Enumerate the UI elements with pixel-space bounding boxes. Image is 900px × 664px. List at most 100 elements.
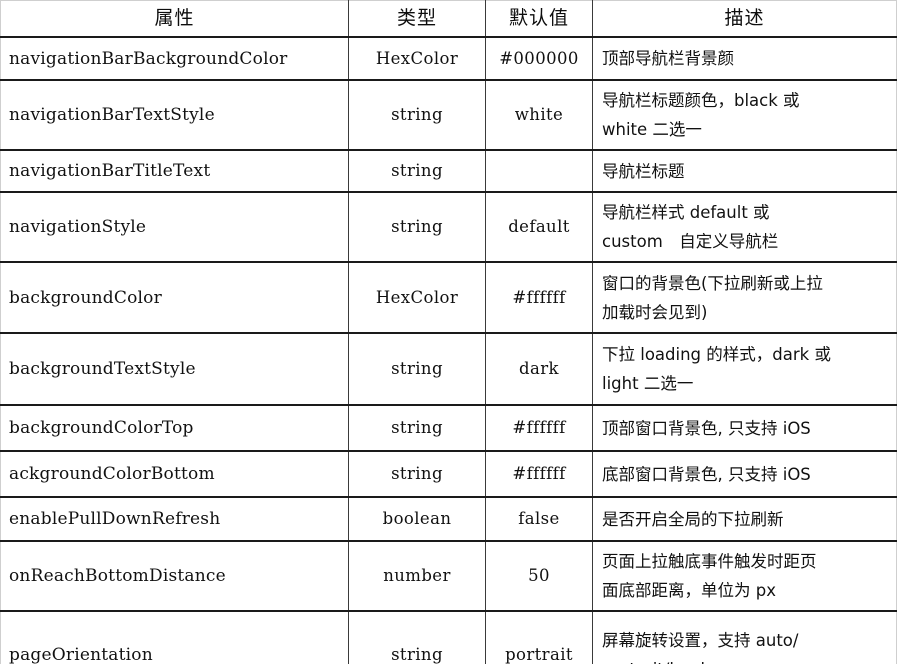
cell-default: 50 [485,541,593,612]
table-row: navigationBarTextStyle string white 导航栏标… [0,80,897,151]
cell-attribute: navigationStyle [0,192,349,263]
cell-attribute: navigationBarTitleText [0,150,349,193]
column-header-default: 默认值 [485,0,593,38]
cell-type: boolean [348,497,486,542]
attribute-name: pageOrientation [9,645,153,664]
attribute-type: string [391,105,443,124]
table-row: navigationStyle string default 导航栏样式 def… [0,192,897,263]
cell-default: #ffffff [485,262,593,334]
table-row: enablePullDownRefresh boolean false 是否开启… [0,497,897,542]
attribute-description: 屏幕旋转设置，支持 auto/ portrait/landscape [602,631,799,664]
attributes-table-container: 属性 类型 默认值 描述 navigationBarBackgroundColo… [0,0,900,664]
cell-type: string [348,451,486,498]
attribute-name: navigationBarTextStyle [9,105,215,125]
table-header-row: 属性 类型 默认值 描述 [0,0,897,38]
table-row: backgroundTextStyle string dark 下拉 loadi… [0,333,897,406]
attribute-name: backgroundColorTop [9,418,194,438]
attribute-default: dark [519,359,559,378]
attribute-type: boolean [382,509,452,528]
cell-description: 导航栏样式 default 或 custom 自定义导航栏 [592,192,897,263]
attribute-type: HexColor [375,287,459,307]
attribute-description: 是否开启全局的下拉刷新 [602,509,784,529]
cell-type: string [348,80,486,151]
column-header-type: 类型 [348,0,486,38]
cell-type: string [348,405,486,452]
attribute-default: 50 [528,566,550,585]
cell-description: 顶部窗口背景色, 只支持 iOS [592,405,897,452]
cell-attribute: backgroundTextStyle [0,333,349,406]
cell-type: string [348,150,486,193]
attribute-name: enablePullDownRefresh [9,509,221,529]
attribute-default [486,165,592,177]
cell-type: number [348,541,486,612]
column-header-description: 描述 [592,0,897,38]
attribute-description: 窗口的背景色(下拉刷新或上拉 加载时会见到) [602,273,823,322]
attribute-default: portrait [505,645,573,664]
attribute-default: false [518,509,560,528]
attribute-type: string [391,464,443,483]
attribute-description: 下拉 loading 的样式，dark 或 light 二选一 [602,345,831,393]
cell-default: portrait [485,611,593,664]
cell-attribute: pageOrientation [0,611,349,664]
attribute-description: 导航栏样式 default 或 custom 自定义导航栏 [602,203,779,251]
attribute-description: 底部窗口背景色, 只支持 iOS [602,464,811,484]
cell-attribute: onReachBottomDistance [0,541,349,612]
cell-type: string [348,192,486,263]
attribute-name: backgroundColor [9,287,162,308]
cell-default: false [485,497,593,542]
cell-description: 底部窗口背景色, 只支持 iOS [592,451,897,498]
cell-description: 顶部导航栏背景颜 [592,37,897,81]
attribute-default: #ffffff [512,287,566,307]
attribute-type: string [391,418,443,437]
attribute-description: 顶部窗口背景色, 只支持 iOS [602,418,811,438]
cell-type: string [348,611,486,664]
cell-attribute: navigationBarBackgroundColor [0,37,349,81]
table-row: ackgroundColorBottom string #ffffff 底部窗口… [0,451,897,498]
attribute-default: #ffffff [512,418,566,437]
cell-default: #000000 [485,37,593,81]
cell-description: 是否开启全局的下拉刷新 [592,497,897,542]
cell-default: #ffffff [485,405,593,452]
cell-default: white [485,80,593,151]
cell-default: dark [485,333,593,406]
attributes-table: 属性 类型 默认值 描述 navigationBarBackgroundColo… [0,0,897,664]
attribute-type: string [391,359,443,378]
attribute-type: string [391,217,443,236]
table-row: navigationBarBackgroundColor HexColor #0… [0,37,897,81]
table-row: backgroundColorTop string #ffffff 顶部窗口背景… [0,405,897,452]
attribute-description: 页面上拉触底事件触发时距页 面底部距离，单位为 px [602,552,817,600]
attribute-name: navigationStyle [9,217,147,237]
cell-attribute: enablePullDownRefresh [0,497,349,542]
table-header: 属性 类型 默认值 描述 [0,0,897,38]
attribute-type: string [391,645,443,664]
table-body: navigationBarBackgroundColor HexColor #0… [0,37,897,664]
attribute-name: navigationBarTitleText [9,161,211,181]
cell-type: string [348,333,486,406]
attribute-default: #000000 [499,48,579,68]
attribute-type: number [383,566,451,585]
cell-description: 页面上拉触底事件触发时距页 面底部距离，单位为 px [592,541,897,612]
attribute-name: onReachBottomDistance [9,566,226,586]
attribute-name: ackgroundColorBottom [9,464,215,484]
attribute-default: default [508,217,570,236]
attribute-description: 顶部导航栏背景颜 [602,49,734,68]
cell-attribute: backgroundColorTop [0,405,349,452]
column-header-attribute: 属性 [0,0,349,38]
cell-attribute: navigationBarTextStyle [0,80,349,151]
attribute-type: string [391,161,443,180]
attribute-name: backgroundTextStyle [9,359,196,379]
cell-description: 屏幕旋转设置，支持 auto/ portrait/landscape [592,611,897,664]
cell-default: #ffffff [485,451,593,498]
table-row: backgroundColor HexColor #ffffff 窗口的背景色(… [0,262,897,334]
cell-attribute: backgroundColor [0,262,349,334]
cell-type: HexColor [348,37,486,81]
cell-description: 导航栏标题颜色，black 或 white 二选一 [592,80,897,151]
cell-default: default [485,192,593,263]
attribute-type: HexColor [375,48,459,68]
table-row: onReachBottomDistance number 50 页面上拉触底事件… [0,541,897,612]
cell-default [485,150,593,193]
attribute-description: 导航栏标题颜色，black 或 white 二选一 [602,91,800,139]
cell-type: HexColor [348,262,486,334]
cell-description: 下拉 loading 的样式，dark 或 light 二选一 [592,333,897,406]
cell-description: 导航栏标题 [592,150,897,193]
